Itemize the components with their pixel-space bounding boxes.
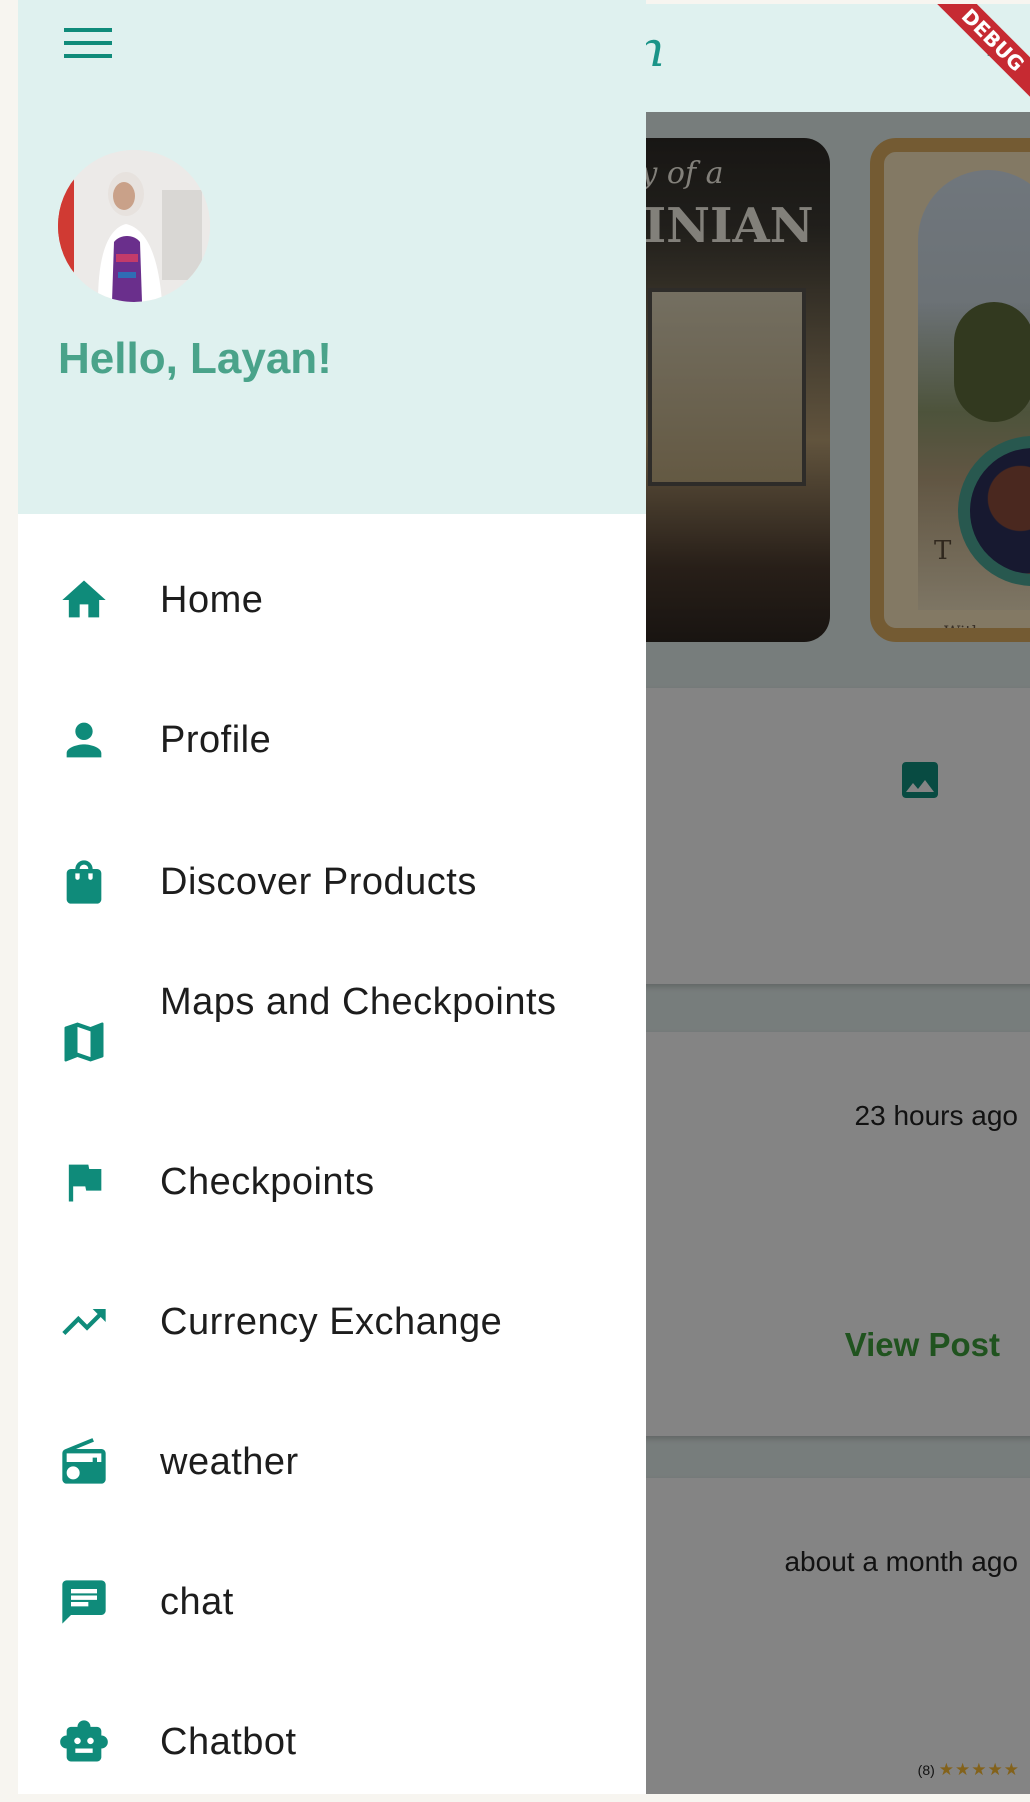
menu-item-weather[interactable]: weather <box>18 1402 646 1522</box>
menu-item-label: Checkpoints <box>160 1161 375 1203</box>
menu-item-discover-products[interactable]: Discover Products <box>18 822 646 942</box>
home-icon <box>62 580 106 618</box>
greeting-text: Hello, Layan! <box>58 334 332 383</box>
navigation-drawer: Hello, Layan! Home Profile Discover Prod… <box>18 0 646 1794</box>
map-icon <box>64 1022 104 1062</box>
chat-icon <box>62 1580 106 1624</box>
menu-item-label: Chatbot <box>160 1721 297 1763</box>
shopping-bag-icon <box>66 860 102 904</box>
menu-item-label: Home <box>160 579 264 621</box>
flag-icon <box>68 1164 102 1202</box>
menu-item-chatbot[interactable]: Chatbot <box>18 1682 646 1802</box>
radio-icon <box>62 1438 106 1484</box>
menu-item-label: weather <box>160 1441 299 1483</box>
drawer-header: Hello, Layan! <box>18 0 646 514</box>
robot-icon <box>60 1720 108 1762</box>
menu-item-label: Maps and Checkpoints <box>160 981 557 1023</box>
menu-item-currency-exchange[interactable]: Currency Exchange <box>18 1262 646 1382</box>
menu-item-checkpoints[interactable]: Checkpoints <box>18 1122 646 1242</box>
menu-item-label: Currency Exchange <box>160 1301 503 1343</box>
profile-avatar[interactable] <box>58 150 210 302</box>
hamburger-menu-icon[interactable] <box>64 26 112 60</box>
menu-item-profile[interactable]: Profile <box>18 680 646 800</box>
menu-item-label: Discover Products <box>160 861 477 903</box>
menu-item-home[interactable]: Home <box>18 540 646 660</box>
menu-item-chat[interactable]: chat <box>18 1542 646 1662</box>
person-icon <box>66 722 102 758</box>
menu-item-label: chat <box>160 1581 234 1623</box>
trending-up-icon <box>62 1309 106 1335</box>
debug-banner: DEBUG <box>922 4 1030 111</box>
menu-item-label: Profile <box>160 719 272 761</box>
profile-photo <box>58 150 210 302</box>
menu-item-maps-and-checkpoints[interactable]: Maps and Checkpoints <box>18 962 646 1102</box>
